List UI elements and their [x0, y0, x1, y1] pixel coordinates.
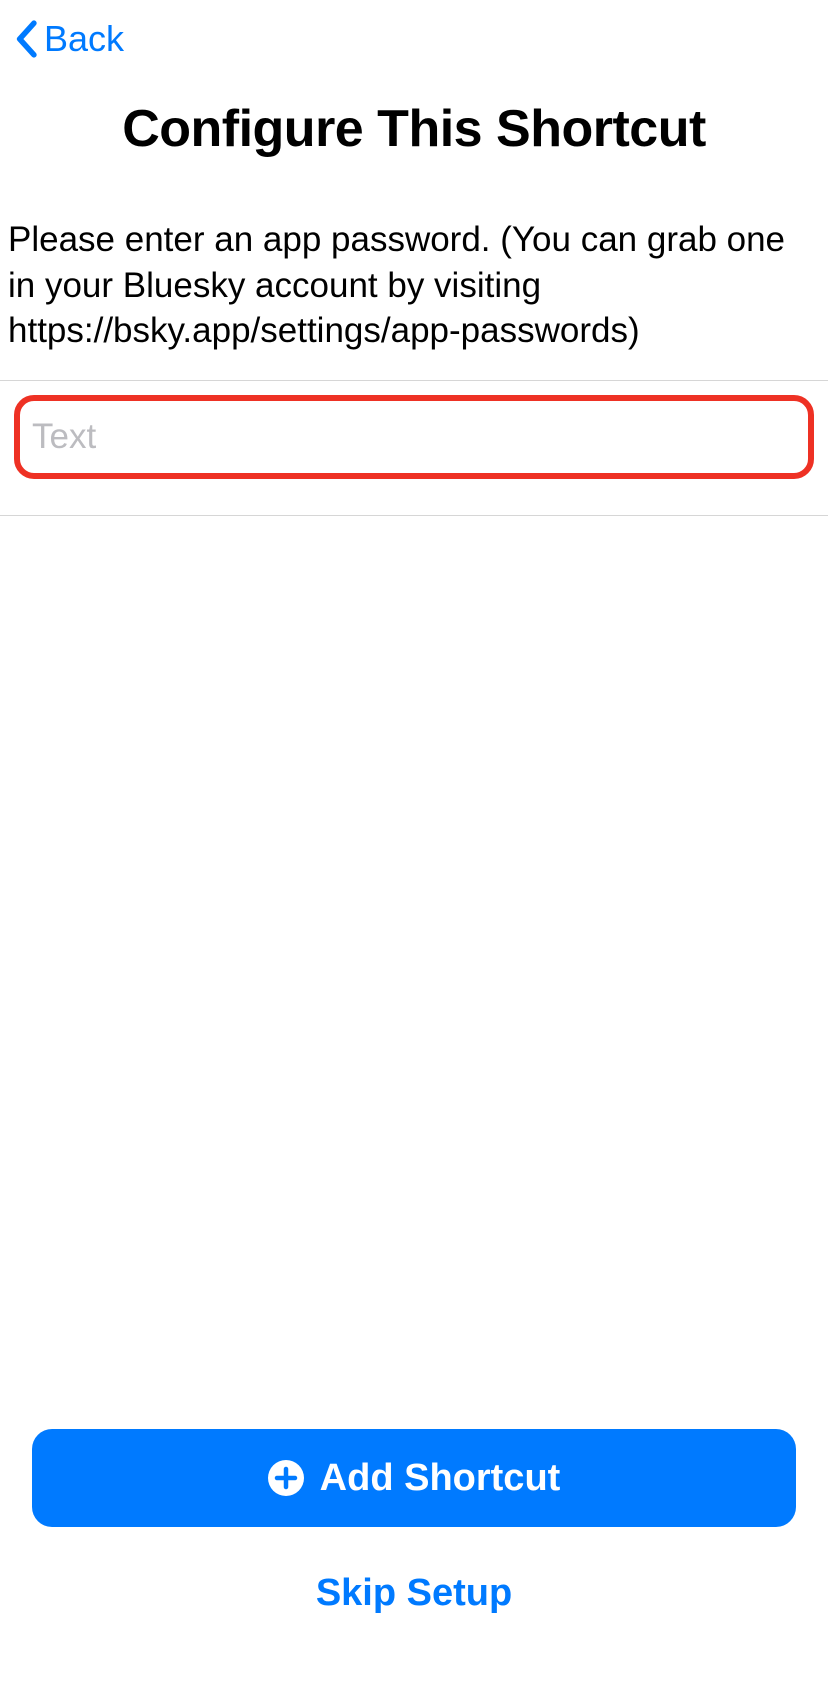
spacer: [0, 516, 828, 1430]
add-shortcut-button[interactable]: Add Shortcut: [32, 1429, 796, 1527]
app-password-input[interactable]: [32, 417, 796, 457]
nav-bar: Back: [0, 0, 828, 63]
input-highlight-box: [14, 395, 814, 479]
footer: Add Shortcut Skip Setup: [0, 1429, 828, 1693]
page-title: Configure This Shortcut: [0, 99, 828, 159]
instruction-text: Please enter an app password. (You can g…: [0, 217, 828, 354]
back-button[interactable]: Back: [14, 18, 124, 60]
plus-circle-icon: [268, 1460, 304, 1496]
back-label: Back: [44, 18, 124, 60]
skip-setup-button[interactable]: Skip Setup: [32, 1553, 796, 1633]
add-shortcut-label: Add Shortcut: [320, 1457, 561, 1500]
input-section: [0, 380, 828, 516]
chevron-left-icon: [14, 20, 38, 58]
